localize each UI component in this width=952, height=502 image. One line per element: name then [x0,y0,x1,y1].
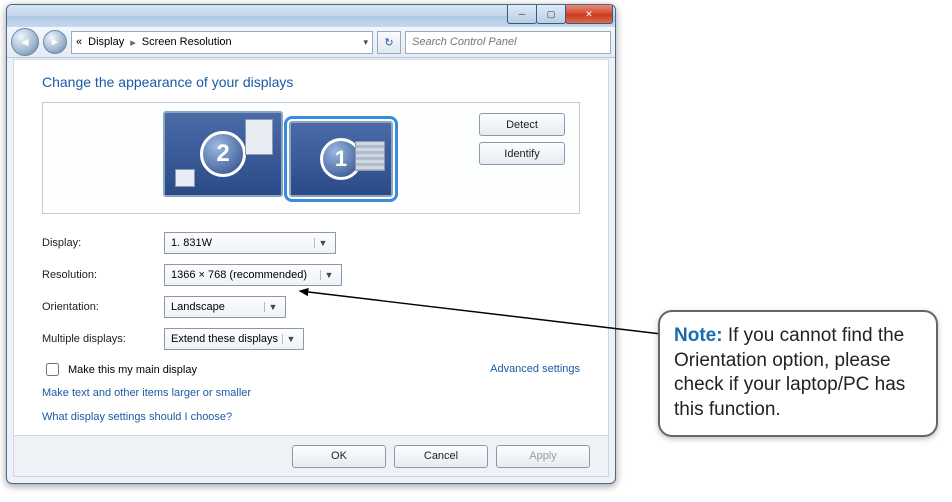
display-select[interactable]: 1. 831W ▼ [164,232,336,254]
search-input[interactable] [405,31,611,54]
close-button[interactable]: ✕ [565,5,613,24]
maximize-button[interactable]: ▢ [536,5,566,24]
main-display-checkbox[interactable] [46,363,59,376]
ok-button[interactable]: OK [292,445,386,468]
page-title: Change the appearance of your displays [42,74,580,90]
text-size-link[interactable]: Make text and other items larger or smal… [42,387,251,399]
navbar: ◄ ► « Display ▸ Screen Resolution ▾ ↻ [7,27,615,58]
address-bar[interactable]: « Display ▸ Screen Resolution ▾ [71,31,373,54]
multiple-displays-value: Extend these displays [171,333,278,345]
identify-button[interactable]: Identify [479,142,565,165]
cancel-button[interactable]: Cancel [394,445,488,468]
chevron-right-icon: ▸ [130,36,136,49]
resolution-label: Resolution: [42,269,164,281]
apply-button[interactable]: Apply [496,445,590,468]
monitor-number: 2 [200,131,246,177]
detect-button[interactable]: Detect [479,113,565,136]
control-panel-window: ─ ▢ ✕ ◄ ► « Display ▸ Screen Resolution … [6,4,616,484]
nav-forward-button[interactable]: ► [43,30,67,54]
chevron-down-icon: ▼ [282,334,299,344]
display-preview: 2 1 Detect Identify [42,102,580,214]
advanced-settings-link[interactable]: Advanced settings [490,363,580,375]
breadcrumb-root[interactable]: « [76,36,82,48]
monitor-thumbnail-2[interactable]: 2 [163,111,283,197]
chevron-down-icon: ▼ [320,270,337,280]
content-pane: Change the appearance of your displays 2… [13,59,609,477]
orientation-value: Landscape [171,301,225,313]
orientation-label: Orientation: [42,301,164,313]
main-display-label: Make this my main display [68,364,197,376]
orientation-select[interactable]: Landscape ▼ [164,296,286,318]
dialog-footer: OK Cancel Apply [14,435,608,476]
titlebar[interactable]: ─ ▢ ✕ [7,5,615,27]
chevron-down-icon[interactable]: ▾ [363,37,368,48]
display-label: Display: [42,237,164,249]
note-callout: Note: If you cannot find the Orientation… [658,310,938,437]
display-value: 1. 831W [171,237,212,249]
breadcrumb-screen-resolution[interactable]: Screen Resolution [142,36,232,48]
nav-back-button[interactable]: ◄ [11,28,39,56]
multiple-displays-select[interactable]: Extend these displays ▼ [164,328,304,350]
help-link[interactable]: What display settings should I choose? [42,411,232,423]
refresh-button[interactable]: ↻ [377,31,401,54]
resolution-value: 1366 × 768 (recommended) [171,269,307,281]
multiple-displays-label: Multiple displays: [42,333,164,345]
chevron-down-icon: ▼ [314,238,331,248]
breadcrumb-display[interactable]: Display [88,36,124,48]
resolution-select[interactable]: 1366 × 768 (recommended) ▼ [164,264,342,286]
monitor-thumbnail-1[interactable]: 1 [289,121,393,197]
minimize-button[interactable]: ─ [507,5,537,24]
note-prefix: Note: [674,325,723,346]
chevron-down-icon: ▼ [264,302,281,312]
